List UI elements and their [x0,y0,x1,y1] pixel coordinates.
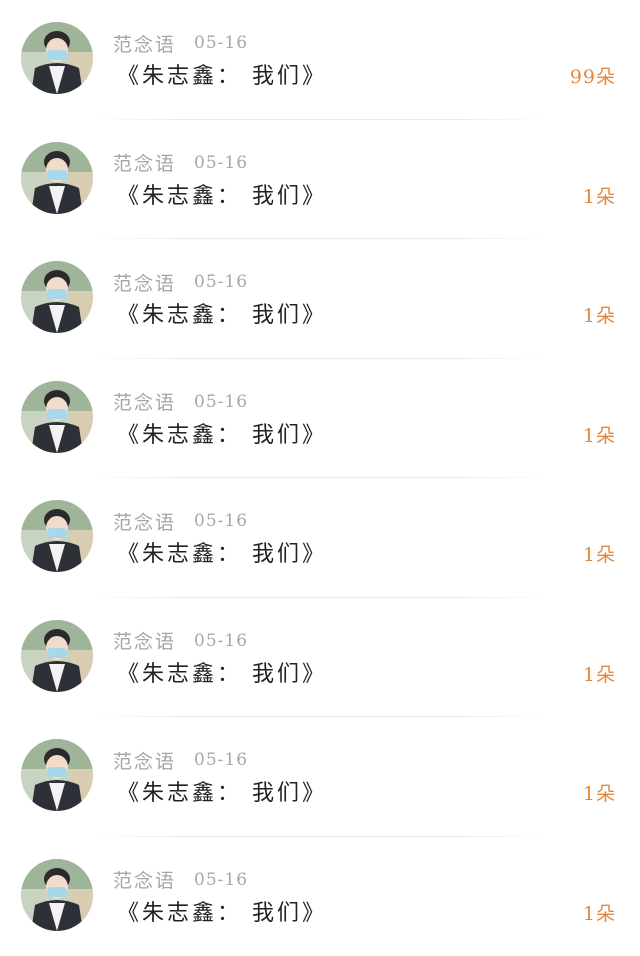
message-meta: 范念语 05-16 [113,150,248,176]
avatar[interactable] [21,620,93,692]
message-date: 05-16 [194,272,248,292]
message-title[interactable]: 《朱志鑫： 我们》 [117,178,327,210]
flower-count: 1朵 [583,182,616,209]
sender-name: 范念语 [113,30,176,57]
sender-name: 范念语 [113,149,176,176]
sender-name: 范念语 [113,388,176,415]
flower-count: 1朵 [583,540,616,567]
list-item[interactable]: 范念语 05-16 《朱志鑫： 我们》 1朵 [0,359,640,479]
avatar[interactable] [21,500,93,572]
message-meta: 范念语 05-16 [113,269,248,295]
message-meta: 范念语 05-16 [113,867,248,893]
sender-name: 范念语 [113,866,176,893]
sender-name: 范念语 [113,627,176,654]
message-date: 05-16 [194,511,248,531]
message-meta: 范念语 05-16 [113,747,248,773]
message-title[interactable]: 《朱志鑫： 我们》 [117,656,327,688]
message-meta: 范念语 05-16 [113,508,248,534]
message-title[interactable]: 《朱志鑫： 我们》 [117,895,327,927]
message-meta: 范念语 05-16 [113,389,248,415]
avatar[interactable] [21,261,93,333]
message-title[interactable]: 《朱志鑫： 我们》 [117,536,327,568]
list-item[interactable]: 范念语 05-16 《朱志鑫： 我们》 99朵 [0,0,640,120]
flower-count: 1朵 [583,301,616,328]
message-date: 05-16 [194,870,248,890]
avatar[interactable] [21,22,93,94]
sender-name: 范念语 [113,508,176,535]
message-date: 05-16 [194,750,248,770]
flower-count: 1朵 [583,660,616,687]
flower-count: 99朵 [570,62,616,89]
list-item[interactable]: 范念语 05-16 《朱志鑫： 我们》 1朵 [0,717,640,837]
sender-name: 范念语 [113,269,176,296]
message-title[interactable]: 《朱志鑫： 我们》 [117,775,327,807]
flower-count: 1朵 [583,421,616,448]
message-title[interactable]: 《朱志鑫： 我们》 [117,417,327,449]
list-item[interactable]: 范念语 05-16 《朱志鑫： 我们》 1朵 [0,837,640,956]
flower-count: 1朵 [583,899,616,926]
message-meta: 范念语 05-16 [113,30,248,56]
list-item[interactable]: 范念语 05-16 《朱志鑫： 我们》 1朵 [0,478,640,598]
list-item[interactable]: 范念语 05-16 《朱志鑫： 我们》 1朵 [0,598,640,718]
message-date: 05-16 [194,33,248,53]
message-date: 05-16 [194,631,248,651]
message-title[interactable]: 《朱志鑫： 我们》 [117,297,327,329]
message-date: 05-16 [194,392,248,412]
avatar[interactable] [21,381,93,453]
flower-count: 1朵 [583,779,616,806]
avatar[interactable] [21,859,93,931]
message-list: 范念语 05-16 《朱志鑫： 我们》 99朵 范念语 05-16 《朱志鑫： … [0,0,640,955]
message-date: 05-16 [194,153,248,173]
list-item[interactable]: 范念语 05-16 《朱志鑫： 我们》 1朵 [0,239,640,359]
sender-name: 范念语 [113,747,176,774]
avatar[interactable] [21,739,93,811]
message-meta: 范念语 05-16 [113,628,248,654]
message-title[interactable]: 《朱志鑫： 我们》 [117,58,327,90]
avatar[interactable] [21,142,93,214]
list-item[interactable]: 范念语 05-16 《朱志鑫： 我们》 1朵 [0,120,640,240]
